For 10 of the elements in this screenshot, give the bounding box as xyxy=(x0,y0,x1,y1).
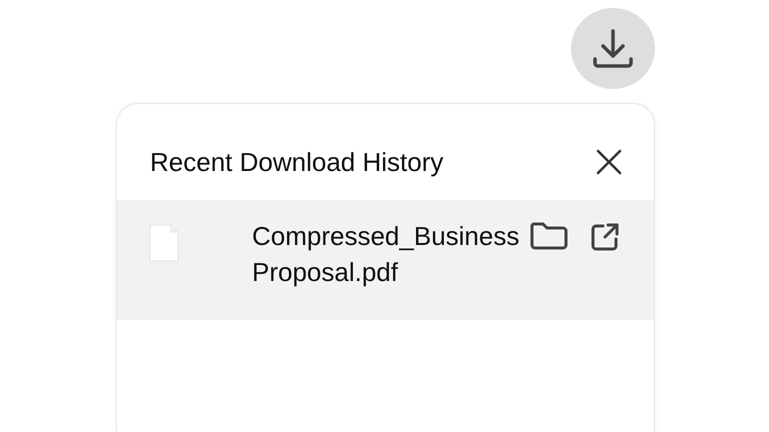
file-name: Compressed_Business Proposal.pdf xyxy=(252,220,520,290)
close-button[interactable] xyxy=(596,149,622,176)
close-icon xyxy=(596,149,622,176)
panel-title: Recent Download History xyxy=(150,146,444,178)
external-link-icon xyxy=(590,222,620,252)
open-file-button[interactable] xyxy=(590,222,620,252)
download-item[interactable]: Compressed_Business Proposal.pdf xyxy=(117,200,654,320)
open-folder-button[interactable] xyxy=(530,222,568,252)
file-icon xyxy=(149,224,179,262)
folder-icon xyxy=(530,222,568,250)
